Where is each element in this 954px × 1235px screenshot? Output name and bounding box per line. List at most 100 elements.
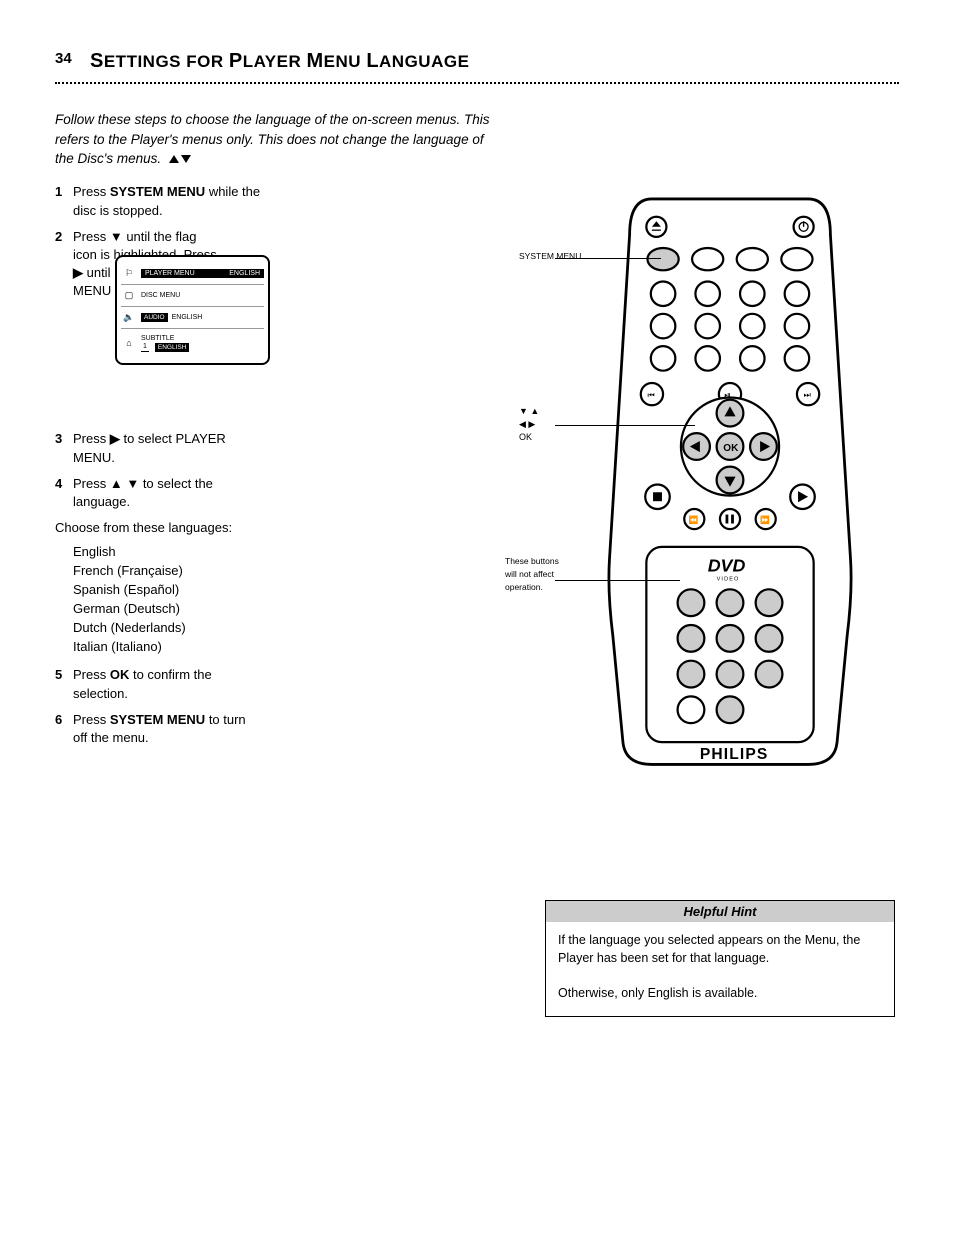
step-text: Press SYSTEM MENU while the disc is stop… — [73, 183, 505, 219]
step-text: Press ▶ to select PLAYER MENU. — [73, 430, 505, 466]
t: Press — [73, 667, 110, 682]
t: S — [90, 50, 104, 72]
t: ENGLISH — [172, 314, 203, 321]
screen-row: ⚐ PLAYER MENU ENGLISH — [121, 263, 264, 285]
callout-numpad: These buttons will not affect operation. — [505, 555, 565, 594]
tv-screen-menu: ⚐ PLAYER MENU ENGLISH ▢ DISC MENU 🔈 AUDI… — [115, 255, 270, 365]
t: These buttons will not affect operation. — [505, 556, 559, 592]
access-icon: ⌂ — [121, 338, 137, 348]
t: ENGLISH — [229, 270, 260, 277]
t: LAYER — [243, 52, 302, 71]
screen-row: 🔈 AUDIO ENGLISH — [121, 307, 264, 329]
callout-line — [555, 580, 680, 581]
tip-header: Helpful Hint — [546, 901, 894, 922]
t: language. — [73, 494, 130, 509]
t: SYSTEM MENU — [110, 712, 209, 727]
step-number: 4 — [55, 475, 73, 511]
sound-icon: 🔈 — [121, 312, 137, 323]
t: SYSTEM MENU — [110, 184, 209, 199]
t: MENU. — [73, 450, 115, 465]
t: ENGLISH — [155, 343, 190, 352]
helpful-hint-box: Helpful Hint If the language you selecte… — [545, 900, 895, 1017]
step-text: Press OK to confirm the selection. — [73, 666, 505, 702]
lang-item: English — [73, 543, 505, 562]
t: If the language you selected appears on … — [558, 933, 860, 965]
step-number: 6 — [55, 711, 73, 747]
step-5: 5 Press OK to confirm the selection. — [55, 666, 505, 702]
svg-text:⏭: ⏭ — [804, 390, 811, 399]
t: to select the — [139, 476, 213, 491]
divider — [55, 82, 899, 84]
t: Press — [73, 476, 110, 491]
t: Otherwise, only English is available. — [558, 986, 757, 1000]
screen-icon: ▢ — [121, 290, 137, 301]
lang-item: Spanish (Español) — [73, 581, 505, 600]
step-number: 1 — [55, 183, 73, 219]
step-6: 6 Press SYSTEM MENU to turn off the menu… — [55, 711, 505, 747]
t: ◀ ▶ — [519, 419, 535, 429]
page-number: 34 — [55, 50, 72, 67]
t: Press — [73, 229, 110, 244]
t: ENU — [324, 52, 361, 71]
t: to turn — [209, 712, 246, 727]
t: while the — [209, 184, 260, 199]
t: selection. — [73, 686, 128, 701]
svg-text:⏪: ⏪ — [689, 514, 699, 524]
step-number: 3 — [55, 430, 73, 466]
t: PLAYER MENU — [145, 270, 195, 277]
t: 1 — [141, 343, 149, 352]
lang-item: German (Deutsch) — [73, 600, 505, 619]
t: disc is stopped. — [73, 203, 163, 218]
t: M — [307, 50, 324, 72]
t: ▼ ▲ — [519, 406, 539, 416]
t: until the flag — [123, 229, 197, 244]
t: Press — [73, 712, 110, 727]
title-seg: PLAYER — [229, 52, 301, 71]
flag-icon: ⚐ — [121, 268, 137, 279]
svg-text:⏮: ⏮ — [647, 390, 654, 399]
t: P — [229, 50, 243, 72]
title-seg: SETTINGS FOR — [90, 52, 224, 71]
remote-control-illustration: ⏮ ⏯ ⏭ OK ⏪ ⏩ DVD VIDEO PHILIPS — [585, 190, 875, 770]
intro-text: Follow these steps to choose the languag… — [55, 110, 505, 169]
step-number: 5 — [55, 666, 73, 702]
t: to confirm the — [133, 667, 212, 682]
callout-dpad: ▼ ▲ ◀ ▶ OK — [519, 405, 589, 444]
lang-item: French (Française) — [73, 562, 505, 581]
t: off the menu. — [73, 730, 149, 745]
lang-item: Dutch (Nederlands) — [73, 619, 505, 638]
t: Choose from these languages: — [55, 520, 232, 535]
t: to select PLAYER — [120, 431, 226, 446]
t: OK — [110, 667, 133, 682]
tip-body: If the language you selected appears on … — [546, 922, 894, 1016]
t: ANGUAGE — [379, 52, 469, 71]
step-3: 3 Press ▶ to select PLAYER MENU. — [55, 430, 505, 466]
t: SYSTEM MENU — [519, 251, 581, 261]
language-list: English French (Française) Spanish (Espa… — [73, 543, 505, 656]
step-text: Press ▲ ▼ to select the language. — [73, 475, 505, 511]
dvd-sub: VIDEO — [717, 576, 740, 582]
title-seg: LANGUAGE — [366, 52, 469, 71]
brand-label: PHILIPS — [700, 746, 769, 763]
t: SUBTITLE — [141, 335, 264, 342]
t: L — [366, 50, 379, 72]
t: OK — [519, 432, 532, 442]
callout-system-menu: SYSTEM MENU — [519, 250, 589, 263]
step-text: Press SYSTEM MENU to turn off the menu. — [73, 711, 505, 747]
step-1: 1 Press SYSTEM MENU while the disc is st… — [55, 183, 505, 219]
svg-text:OK: OK — [723, 443, 739, 454]
intro: Follow these steps to choose the languag… — [55, 112, 490, 166]
title-seg: MENU — [307, 52, 362, 71]
lang-item: Italian (Italiano) — [73, 638, 505, 657]
page-title: SETTINGS FOR PLAYER MENU LANGUAGE — [90, 50, 899, 73]
t: AUDIO — [141, 313, 168, 322]
step-number: 2 — [55, 228, 73, 301]
up-down-icon — [169, 154, 191, 164]
instructions-column: Follow these steps to choose the languag… — [55, 110, 505, 755]
t: Press — [73, 184, 110, 199]
screen-row: ⌂ SUBTITLE 1 ENGLISH — [121, 329, 264, 357]
t: DISC MENU — [141, 292, 180, 299]
language-choices: Choose from these languages: English Fre… — [55, 519, 505, 656]
svg-text:⏩: ⏩ — [760, 514, 770, 524]
t: ETTINGS FOR — [104, 52, 224, 71]
